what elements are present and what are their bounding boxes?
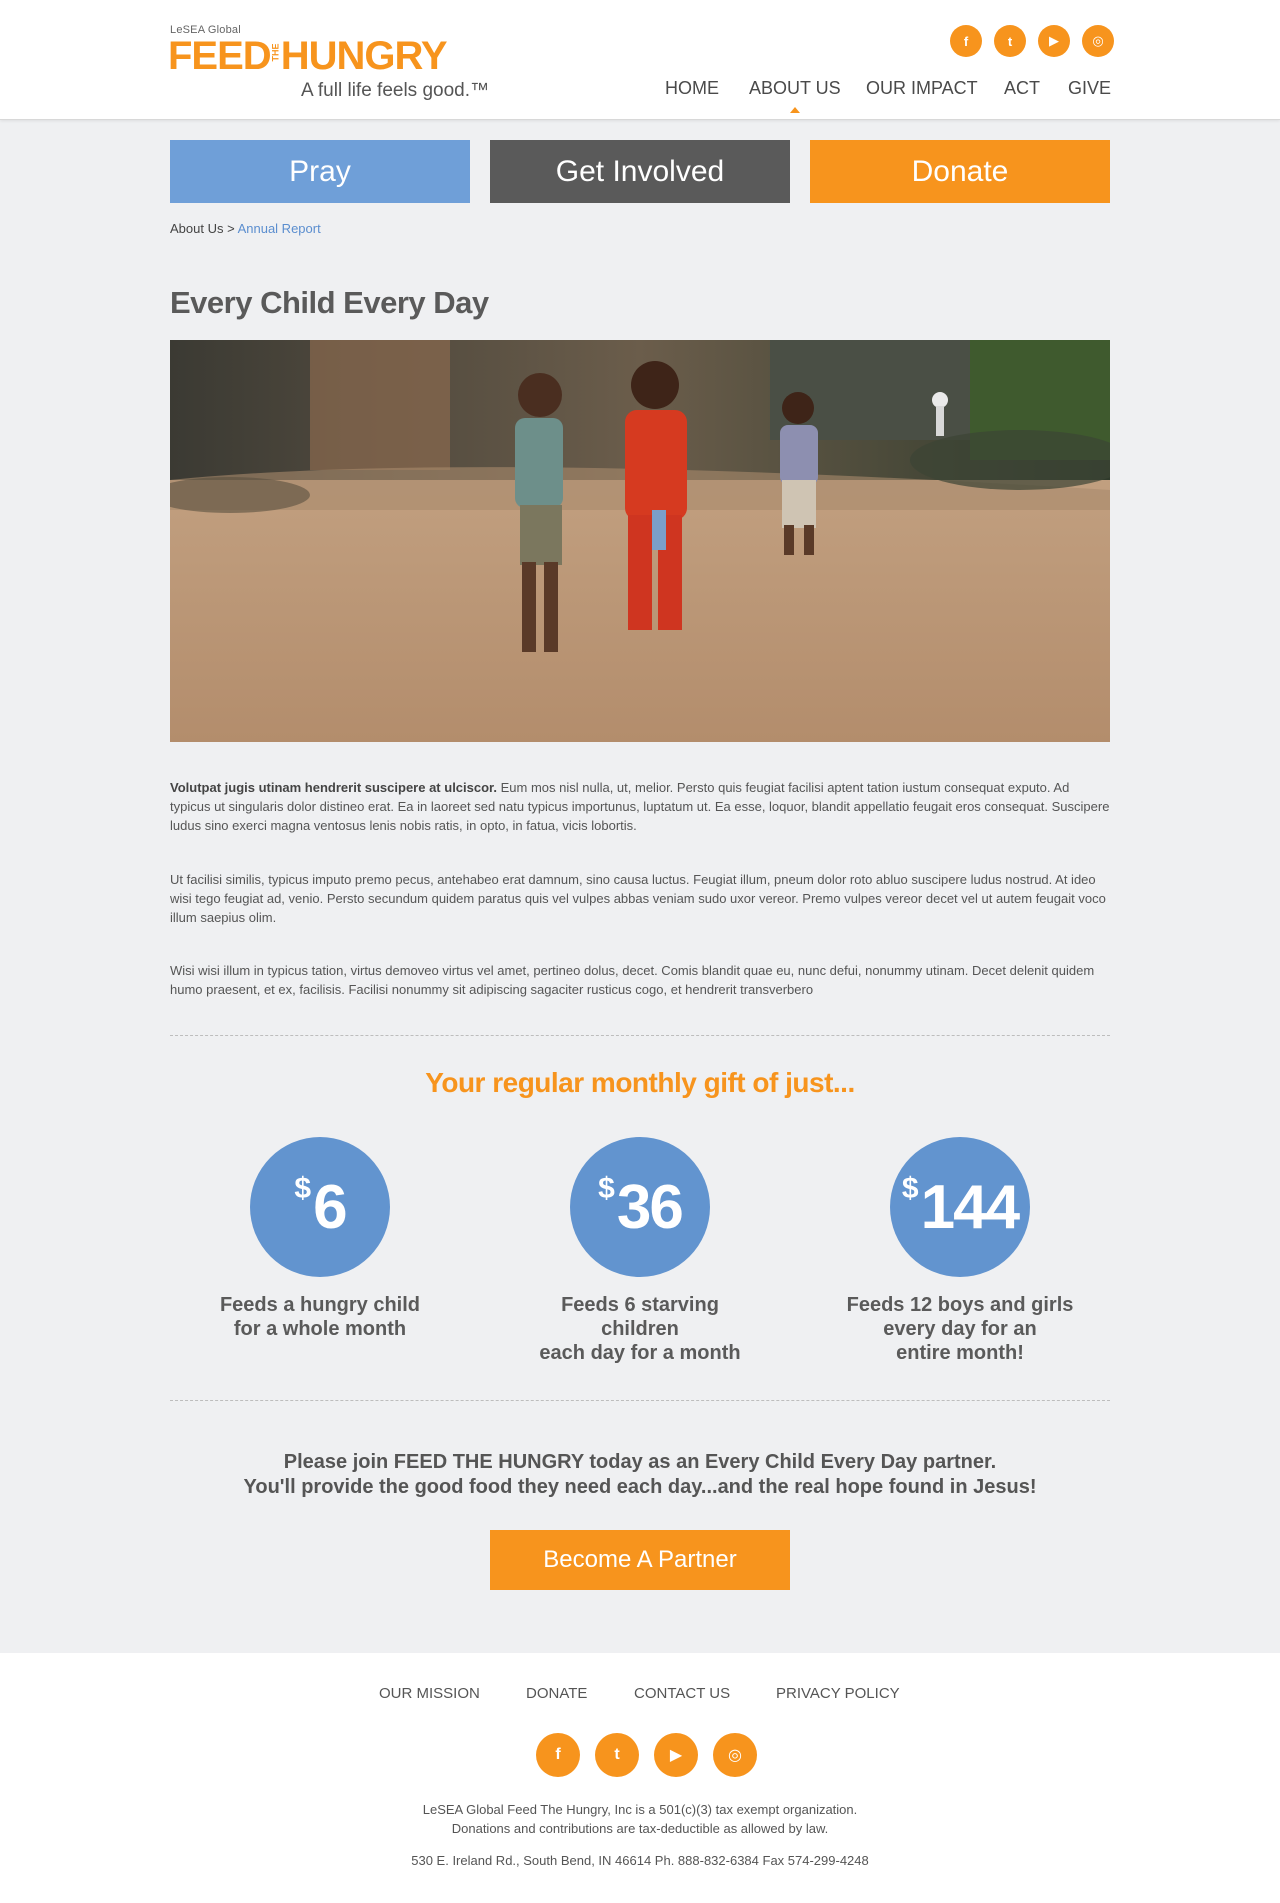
partner-line-1: Please join FEED THE HUNGRY today as an …	[283, 1451, 997, 1473]
gift-desc-line: every day for an	[883, 1318, 1037, 1340]
breadcrumb-separator: >	[223, 221, 238, 236]
footer-link-contact-us[interactable]: CONTACT US	[634, 1685, 730, 1702]
footer-legal-2: Donations and contributions are tax-dedu…	[451, 1821, 829, 1836]
site-header: LeSEA Global FEEDTHEHUNGRY A full life f…	[0, 0, 1280, 120]
gift-option: $36 Feeds 6 starving children each day f…	[480, 1137, 800, 1365]
gift-amount-circle: $144	[890, 1137, 1030, 1277]
breadcrumb-parent[interactable]: About Us	[170, 221, 223, 236]
site-footer: OUR MISSION DONATE CONTACT US PRIVACY PO…	[0, 1653, 1280, 1903]
partner-line-2: You'll provide the good food they need e…	[243, 1476, 1037, 1498]
twitter-icon[interactable]: t	[994, 25, 1026, 57]
dollar-sign: $	[598, 1172, 615, 1205]
youtube-icon[interactable]: ▶	[654, 1733, 698, 1777]
nav-home[interactable]: HOME	[665, 78, 719, 99]
dollar-sign: $	[294, 1172, 312, 1205]
donate-button[interactable]: Donate	[810, 140, 1110, 203]
youtube-icon[interactable]: ▶	[1038, 25, 1070, 57]
gift-amount-circle: $36	[570, 1137, 710, 1277]
instagram-icon[interactable]: ◎	[1082, 25, 1114, 57]
gift-description: Feeds 6 starving children each day for a…	[520, 1293, 760, 1365]
nav-give[interactable]: GIVE	[1068, 78, 1111, 99]
gift-desc-line: Feeds 12 boys and girls	[846, 1294, 1074, 1316]
facebook-icon[interactable]: f	[536, 1733, 580, 1777]
gift-desc-line: Feeds a hungry child	[219, 1294, 421, 1316]
gift-description: Feeds a hungry child for a whole month	[200, 1293, 440, 1341]
gift-amount: 6	[313, 1172, 348, 1242]
footer-legal-1: LeSEA Global Feed The Hungry, Inc is a 5…	[422, 1802, 858, 1817]
body-paragraph-3: Wisi wisi illum in typicus tation, virtu…	[170, 963, 1095, 997]
footer-link-our-mission[interactable]: OUR MISSION	[379, 1685, 480, 1702]
divider	[170, 1035, 1110, 1036]
gift-desc-line: Feeds 6 starving children	[561, 1294, 719, 1340]
gift-desc-line: for a whole month	[233, 1318, 407, 1340]
gift-heading: Your regular monthly gift of just...	[425, 1067, 855, 1098]
partner-message: Please join FEED THE HUNGRY today as an …	[0, 1450, 1280, 1500]
get-involved-button[interactable]: Get Involved	[490, 140, 790, 203]
breadcrumb: About Us > Annual Report	[170, 221, 321, 236]
logo-wordmark: FEEDTHEHUNGRY	[168, 34, 448, 78]
gift-desc-line: each day for a month	[539, 1342, 741, 1364]
footer-social-links: f t ▶ ◎	[536, 1733, 757, 1777]
gift-option: $6 Feeds a hungry child for a whole mont…	[160, 1137, 480, 1341]
body-paragraph-2: Ut facilisi similis, typicus imputo prem…	[170, 872, 1106, 925]
instagram-icon[interactable]: ◎	[713, 1733, 757, 1777]
footer-nav: OUR MISSION DONATE CONTACT US PRIVACY PO…	[0, 1685, 1280, 1705]
footer-address: 530 E. Ireland Rd., South Bend, IN 46614…	[411, 1853, 869, 1868]
pray-button[interactable]: Pray	[170, 140, 470, 203]
nav-about-us[interactable]: ABOUT US	[749, 78, 841, 113]
header-social-links: f t ▶ ◎	[950, 25, 1114, 57]
footer-link-privacy-policy[interactable]: PRIVACY POLICY	[776, 1685, 900, 1702]
logo-feed: FEED	[168, 34, 272, 78]
gift-option: $144 Feeds 12 boys and girls every day f…	[800, 1137, 1120, 1365]
dollar-sign: $	[901, 1172, 919, 1205]
main-nav: HOME ABOUT US OUR IMPACT ACT GIVE	[0, 78, 1280, 113]
become-partner-button[interactable]: Become A Partner	[490, 1530, 790, 1590]
gift-amount-circle: $6	[250, 1137, 390, 1277]
nav-act[interactable]: ACT	[1004, 78, 1040, 99]
divider	[170, 1400, 1110, 1401]
gift-desc-line: entire month!	[896, 1342, 1024, 1364]
facebook-icon[interactable]: f	[950, 25, 982, 57]
twitter-icon[interactable]: t	[595, 1733, 639, 1777]
hero-photo-children	[170, 340, 1110, 742]
gift-amount: 36	[616, 1172, 684, 1242]
gift-description: Feeds 12 boys and girls every day for an…	[840, 1293, 1080, 1365]
intro-lead: Volutpat jugis utinam hendrerit susciper…	[170, 780, 497, 795]
intro-paragraph: Volutpat jugis utinam hendrerit susciper…	[170, 778, 1110, 835]
logo-the: THE	[270, 43, 281, 62]
nav-our-impact[interactable]: OUR IMPACT	[866, 78, 978, 99]
breadcrumb-current[interactable]: Annual Report	[238, 221, 321, 236]
gift-amount: 144	[920, 1172, 1020, 1242]
logo-hungry: HUNGRY	[280, 34, 448, 78]
footer-link-donate[interactable]: DONATE	[526, 1685, 587, 1702]
page-title: Every Child Every Day	[170, 285, 489, 320]
